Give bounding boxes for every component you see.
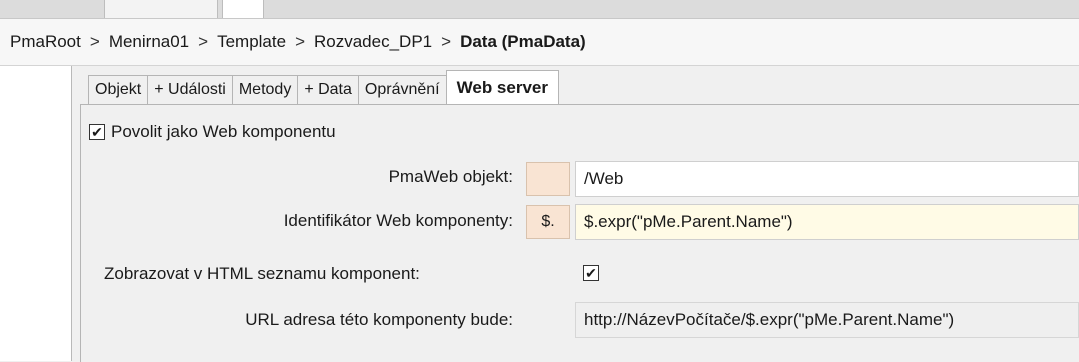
pmaweb-object-field[interactable]: /Web xyxy=(575,161,1079,197)
breadcrumb-separator: > xyxy=(89,32,100,51)
left-tree-pane[interactable] xyxy=(0,66,72,361)
show-in-list-checkbox[interactable]: ✔ xyxy=(583,265,599,281)
breadcrumb-item-pmaroot[interactable]: PmaRoot xyxy=(10,32,81,51)
breadcrumb-item-rozvadec[interactable]: Rozvadec_DP1 xyxy=(314,32,432,51)
url-readonly-field: http://NázevPočítače/$.expr("pMe.Parent.… xyxy=(575,302,1079,338)
tab-web-server[interactable]: Web server xyxy=(445,70,559,104)
breadcrumb-separator: > xyxy=(295,32,305,51)
top-tab-strip xyxy=(0,0,1079,19)
breadcrumb-current: Data (PmaData) xyxy=(460,32,586,51)
breadcrumb-separator: > xyxy=(441,32,452,51)
enable-web-component-label: Povolit jako Web komponentu xyxy=(111,122,336,141)
url-label: URL adresa této komponenty bude: xyxy=(245,310,513,329)
enable-web-component-checkbox[interactable]: ✔ xyxy=(89,124,105,140)
tab-metody[interactable]: Metody xyxy=(231,75,299,104)
breadcrumb: PmaRoot > Menirna01 > Template > Rozvadec_DP1 >… xyxy=(0,19,1079,66)
tab-opravneni[interactable]: Oprávnění xyxy=(357,75,447,104)
pmaweb-object-picker-button[interactable] xyxy=(526,162,570,196)
expression-button[interactable]: $. xyxy=(526,205,570,239)
pmaweb-object-label: PmaWeb objekt: xyxy=(388,167,513,186)
show-in-list-label: Zobrazovat v HTML seznamu komponent: xyxy=(104,264,420,283)
breadcrumb-item-menirna01[interactable]: Menirna01 xyxy=(109,32,189,51)
tab-objekt[interactable]: Objekt xyxy=(88,75,149,104)
enable-web-component-row: ✔ Povolit jako Web komponentu xyxy=(89,121,336,143)
identifier-expression-field[interactable]: $.expr("pMe.Parent.Name") xyxy=(575,204,1079,240)
top-tab-active[interactable] xyxy=(222,0,264,18)
breadcrumb-item-template[interactable]: Template xyxy=(217,32,286,51)
tab-data[interactable]: + Data xyxy=(297,75,359,104)
identifier-label: Identifikátor Web komponenty: xyxy=(283,211,513,230)
tab-bar: Objekt + Události Metody + Data Oprávněn… xyxy=(88,70,559,104)
top-tab[interactable] xyxy=(104,0,218,18)
tab-udalosti[interactable]: + Události xyxy=(147,75,233,104)
breadcrumb-separator: > xyxy=(198,32,209,51)
